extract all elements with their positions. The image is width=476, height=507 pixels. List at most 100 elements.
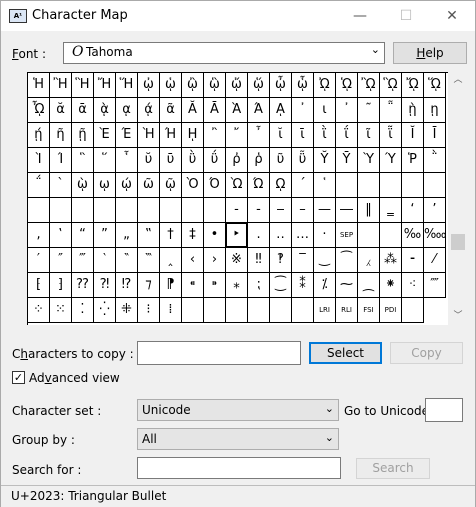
character-cell[interactable]: ῢ (182, 148, 204, 173)
character-cell[interactable]: ῑ (292, 123, 314, 148)
character-cell[interactable]: ᾭ (424, 73, 446, 98)
character-cell[interactable]: Ἢ (50, 73, 72, 98)
character-cell[interactable]: ΐ (336, 123, 358, 148)
character-cell[interactable] (226, 298, 248, 323)
character-cell[interactable]: ῆ (50, 123, 72, 148)
character-cell[interactable]: ´ (292, 173, 314, 198)
character-cell[interactable]: ⁆ (50, 273, 72, 298)
character-cell[interactable]: ῝ (72, 148, 94, 173)
character-cell[interactable] (380, 223, 402, 248)
character-cell[interactable]: PDI (380, 298, 402, 323)
character-cell[interactable]: ‣ (226, 223, 248, 248)
character-cell[interactable]: ᾬ (402, 73, 424, 98)
character-cell[interactable] (402, 298, 424, 323)
character-cell[interactable]: ’ (424, 198, 446, 223)
character-cell[interactable]: ῄ (28, 123, 50, 148)
character-cell[interactable]: ⁎ (226, 273, 248, 298)
character-cell[interactable]: ` (50, 173, 72, 198)
character-cell[interactable]: ⁂ (380, 248, 402, 273)
character-cell[interactable]: ᾼ (270, 98, 292, 123)
character-cell[interactable] (380, 173, 402, 198)
character-cell[interactable]: ᾫ (380, 73, 402, 98)
character-cell[interactable]: Ώ (248, 173, 270, 198)
character-cell[interactable]: Ὶ (28, 148, 50, 173)
character-cell[interactable]: ⁚ (72, 298, 94, 323)
character-cell[interactable]: ‚ (28, 223, 50, 248)
character-cell[interactable]: ⁇ (72, 273, 94, 298)
character-cell[interactable]: ‑ (248, 198, 270, 223)
character-cell[interactable]: ⁕ (380, 273, 402, 298)
character-cell[interactable]: ῌ (182, 123, 204, 148)
character-cell[interactable]: ῳ (94, 173, 116, 198)
character-cell[interactable]: ᾨ (314, 73, 336, 98)
character-cell[interactable]: ‗ (380, 198, 402, 223)
character-cell[interactable]: ᾰ (50, 98, 72, 123)
character-cell[interactable]: ․ (248, 223, 270, 248)
character-cell[interactable]: ‟ (138, 223, 160, 248)
character-cell[interactable]: ᾴ (138, 98, 160, 123)
character-cell[interactable]: ῲ (72, 173, 94, 198)
character-cell[interactable]: Ἤ (94, 73, 116, 98)
character-cell[interactable]: ⁞ (160, 298, 182, 323)
character-cell[interactable] (50, 198, 72, 223)
character-cell[interactable]: ᾤ (226, 73, 248, 98)
character-cell[interactable]: • (204, 223, 226, 248)
search-input[interactable] (137, 457, 341, 479)
character-cell[interactable]: … (292, 223, 314, 248)
character-cell[interactable]: ῤ (226, 148, 248, 173)
character-cell[interactable]: Έ (116, 123, 138, 148)
character-cell[interactable]: ‾ (292, 248, 314, 273)
character-cell[interactable] (116, 198, 138, 223)
character-grid[interactable]: Ἡ Ἢ Ἣ Ἤ Ἥᾠ ᾡ ᾢ ᾣ ᾤ ᾥ ᾦ ᾧ ᾨ ᾩ ᾪ ᾫ ᾬ ᾭ ᾮ ᾰ ᾱ ᾲ ᾳ ᾴ ᾶ Ᾰ Ᾱ Ὰ Ά ᾼ ᾽ ι ᾿ ῀ ῁ ῂ ῃ ῄ ῆ… (27, 72, 448, 325)
character-cell[interactable]: ⁊ (138, 273, 160, 298)
character-cell[interactable]: Ᾰ (182, 98, 204, 123)
character-cell[interactable]: ‼ (248, 248, 270, 273)
character-cell[interactable]: ⁔ (358, 273, 380, 298)
character-cell[interactable]: ‿ (314, 248, 336, 273)
character-cell[interactable]: ῎ (226, 123, 248, 148)
character-cell[interactable]: RLI (336, 298, 358, 323)
character-cell[interactable]: ⁋ (160, 273, 182, 298)
character-cell[interactable]: ― (336, 198, 358, 223)
character-cell[interactable]: ‹ (182, 248, 204, 273)
character-cell[interactable] (270, 298, 292, 323)
character-cell[interactable]: ‵ (94, 248, 116, 273)
character-cell[interactable]: ⁖ (402, 273, 424, 298)
character-cell[interactable]: ⁙ (50, 298, 72, 323)
character-cell[interactable]: ‐ (226, 198, 248, 223)
character-cell[interactable]: ᾩ (336, 73, 358, 98)
character-cell[interactable] (204, 198, 226, 223)
character-cell[interactable]: Ῠ (314, 148, 336, 173)
character-cell[interactable]: — (314, 198, 336, 223)
character-cell[interactable]: ⁃ (402, 248, 424, 273)
character-cell[interactable]: Ύ (380, 148, 402, 173)
character-cell[interactable]: ⁌ (182, 273, 204, 298)
character-cell[interactable]: ‛ (50, 223, 72, 248)
character-cell[interactable]: ῦ (270, 148, 292, 173)
character-cell[interactable]: Ὴ (138, 123, 160, 148)
character-cell[interactable]: ᾱ (72, 98, 94, 123)
character-cell[interactable]: ᾧ (292, 73, 314, 98)
character-cell[interactable]: ῒ (314, 123, 336, 148)
grid-scrollbar[interactable]: ︿ ﹀ (449, 72, 467, 324)
search-button[interactable]: Search (356, 458, 430, 479)
character-cell[interactable]: ⁀ (336, 248, 358, 273)
character-cell[interactable]: ῾ (314, 173, 336, 198)
character-cell[interactable]: Ῡ (336, 148, 358, 173)
character-cell[interactable]: ‘ (402, 198, 424, 223)
close-icon[interactable]: ✕ (429, 1, 475, 31)
character-cell[interactable]: ῁ (380, 98, 402, 123)
character-cell[interactable]: Ὼ (226, 173, 248, 198)
character-cell[interactable]: Ά (248, 98, 270, 123)
character-set-select[interactable]: Unicode ⌄ (137, 399, 339, 421)
character-cell[interactable]: Ή (160, 123, 182, 148)
character-cell[interactable] (160, 198, 182, 223)
scroll-up-icon[interactable]: ︿ (449, 72, 467, 88)
character-cell[interactable]: ⁗ (424, 273, 446, 298)
go-to-unicode-input[interactable] (425, 398, 463, 422)
character-cell[interactable]: – (292, 198, 314, 223)
character-cell[interactable]: ῃ (424, 98, 446, 123)
character-cell[interactable]: ᾳ (116, 98, 138, 123)
character-cell[interactable]: ι (314, 98, 336, 123)
character-cell[interactable]: ⁐ (270, 273, 292, 298)
